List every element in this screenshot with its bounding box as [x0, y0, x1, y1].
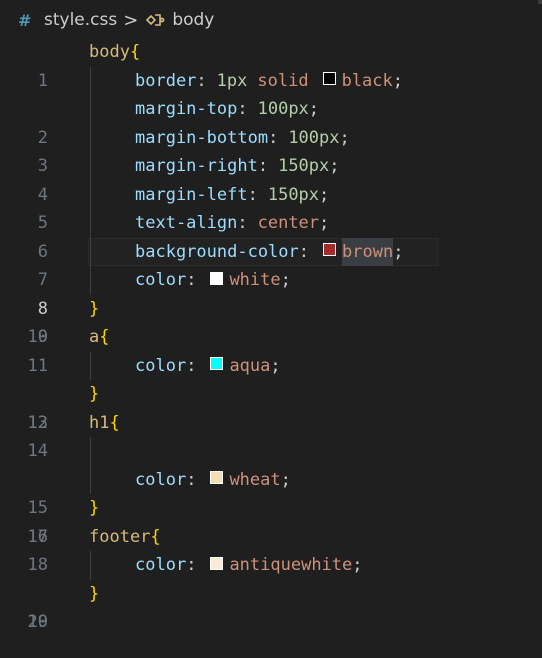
- indent-guide: [90, 266, 91, 295]
- open-brace: {: [109, 412, 120, 433]
- breadcrumb-separator: >: [123, 9, 139, 31]
- indent-guide: [90, 237, 91, 266]
- code-editor[interactable]: # style.css > body 1 body{ 2 border:1px s…: [0, 0, 542, 658]
- css-property: text-align: [135, 213, 238, 233]
- breadcrumb-symbol[interactable]: body: [172, 10, 214, 30]
- symbol-selector-icon: [144, 9, 166, 31]
- indent-guide: [90, 152, 91, 181]
- code-line: 14 h1{: [0, 409, 542, 462]
- color-swatch-black[interactable]: [322, 72, 336, 86]
- css-value: black: [341, 70, 393, 91]
- open-brace: {: [99, 327, 110, 347]
- css-hash-icon: #: [18, 10, 32, 30]
- code-area[interactable]: 1 body{ 2 border:1px solid black; 3 margin…: [0, 38, 542, 633]
- css-number: 100px: [257, 99, 309, 119]
- color-swatch-white[interactable]: [210, 271, 224, 285]
- indent-guide: [90, 123, 91, 152]
- code-line: 10 }: [0, 295, 542, 348]
- code-line: 15: [0, 437, 542, 518]
- css-value: wheat: [229, 469, 281, 490]
- indent-guide: [90, 180, 91, 209]
- color-swatch-antiquewhite[interactable]: [210, 556, 224, 570]
- css-property: color: [135, 469, 187, 490]
- css-number: 150px: [267, 184, 320, 205]
- code-line: 11 a{: [0, 323, 542, 376]
- close-brace: }: [89, 384, 100, 404]
- css-property: color: [135, 270, 187, 290]
- css-property: margin-top: [135, 99, 238, 119]
- css-selector: footer: [89, 526, 151, 547]
- css-property: border: [135, 70, 197, 91]
- indent-guide: [90, 551, 91, 580]
- css-selector: h1: [89, 412, 110, 433]
- line-number: 20: [27, 612, 48, 632]
- css-value: white: [229, 270, 281, 290]
- css-number: 100px: [288, 127, 340, 148]
- code-line: 16 color: wheat;: [0, 465, 542, 547]
- code-line: 2 border:1px solid black;: [0, 66, 542, 148]
- breadcrumb-file[interactable]: style.css: [44, 10, 117, 30]
- indent-guide: [90, 209, 91, 238]
- css-value: aqua: [229, 355, 271, 376]
- indent-guide: [90, 437, 91, 466]
- close-brace: }: [89, 298, 100, 319]
- css-property: color: [135, 555, 187, 575]
- code-line: 13 }: [0, 380, 542, 433]
- open-brace: {: [129, 42, 141, 62]
- indent-guide: [90, 66, 91, 95]
- code-line: 5 margin-right:150px;: [0, 152, 542, 233]
- code-line: 18 footer{: [0, 523, 542, 576]
- indent-guide: [90, 95, 91, 124]
- code-line: 6 margin-left:150px;: [0, 180, 542, 262]
- indent-guide: [90, 351, 91, 380]
- css-value: solid: [257, 70, 309, 91]
- css-property: margin-bottom: [135, 127, 269, 148]
- code-line: 3 margin-top:100px;: [0, 95, 542, 176]
- open-brace: {: [150, 526, 161, 547]
- code-line: 17 }: [0, 494, 542, 547]
- css-property: margin-left: [135, 184, 248, 205]
- css-number: 150px: [278, 156, 330, 176]
- css-selector: a: [89, 327, 100, 347]
- css-value: center: [257, 213, 320, 233]
- color-swatch-brown[interactable]: [323, 243, 337, 257]
- indent-guide: [90, 465, 91, 494]
- css-value-highlighted: brown: [342, 237, 394, 266]
- css-value: antiquewhite: [229, 555, 353, 575]
- code-line-active: 8 background-color: brown;: [0, 237, 542, 319]
- code-line: 12 color: aqua;: [0, 351, 542, 433]
- color-swatch-wheat[interactable]: [210, 471, 224, 485]
- breadcrumb: # style.css > body: [0, 0, 542, 40]
- css-selector: body: [89, 42, 130, 62]
- code-line: 7 text-align: center;: [0, 209, 542, 290]
- code-line: 19 color: antiquewhite;: [0, 551, 542, 632]
- code-line: 4 margin-bottom:100px;: [0, 123, 542, 205]
- window-corner: [538, 0, 542, 4]
- close-brace: }: [89, 583, 100, 604]
- css-property: margin-right: [135, 156, 258, 176]
- color-swatch-aqua[interactable]: [210, 357, 224, 371]
- css-property: background-color: [135, 241, 299, 262]
- css-property: color: [135, 355, 187, 376]
- code-line: 1 body{: [0, 38, 542, 91]
- code-line: 9 color: white;: [0, 266, 542, 347]
- css-number: 1px: [216, 70, 248, 91]
- close-brace: }: [89, 498, 100, 518]
- code-line: 20 }: [0, 580, 542, 633]
